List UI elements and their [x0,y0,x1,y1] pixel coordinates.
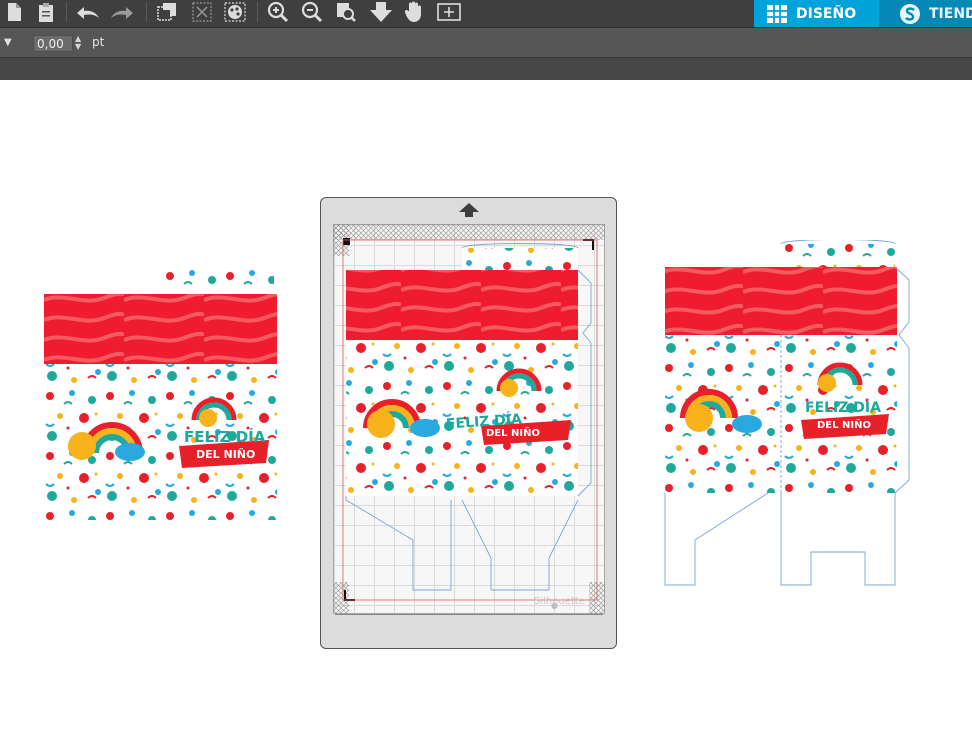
tab-design[interactable]: DISEÑO [754,0,879,27]
group-icon[interactable] [153,0,181,24]
mat-art-title-line2: DEL NIÑO [486,428,540,439]
add-page-icon[interactable] [435,0,463,24]
tab-store-label: TIEND [929,5,972,22]
tab-design-label: DISEÑO [796,5,857,22]
dropdown-arrow-icon[interactable]: ▼ [4,37,12,48]
mat-watermark: Silhouette [534,596,585,607]
artwork-right[interactable]: FELIZ DÍA DEL NIÑO [663,240,913,590]
spinner-icon[interactable]: ▲ ▼ [75,35,81,51]
art-title-line1: FELIZ DÍA [184,428,266,446]
secondary-bar [0,57,972,81]
undo-icon[interactable] [74,0,102,24]
art-title-line2: DEL NIÑO [196,448,256,461]
properties-bar: ▼ 0,00 ▲ ▼ pt [0,27,972,58]
right-art-title-line1: FELIZ DÍA [805,400,881,416]
zoom-in-icon[interactable] [264,0,292,24]
silhouette-s-icon [899,3,921,25]
move-down-icon[interactable] [367,0,395,24]
clipboard-icon[interactable] [32,0,60,24]
ungroup-icon[interactable] [188,0,216,24]
grid-icon [766,4,788,24]
right-art-title-line2: DEL NIÑO [817,420,871,431]
artwork-left[interactable]: FELIZ DÍA DEL NIÑO [44,268,277,520]
tab-store[interactable]: TIEND [879,0,972,27]
top-toolbar: DISEÑO TIEND [0,0,972,27]
zoom-out-icon[interactable] [298,0,326,24]
unit-label: pt [92,35,105,49]
redo-icon[interactable] [108,0,136,24]
cutting-mat[interactable]: ● FELIZ DÍA DEL NIÑO Silhouette [320,197,617,649]
page-icon[interactable] [0,0,28,24]
zoom-fit-icon[interactable] [332,0,360,24]
mat-ruler [335,614,603,625]
pan-hand-icon[interactable] [401,0,429,24]
value-field[interactable]: 0,00 [33,35,73,52]
replicate-icon[interactable] [221,0,249,24]
